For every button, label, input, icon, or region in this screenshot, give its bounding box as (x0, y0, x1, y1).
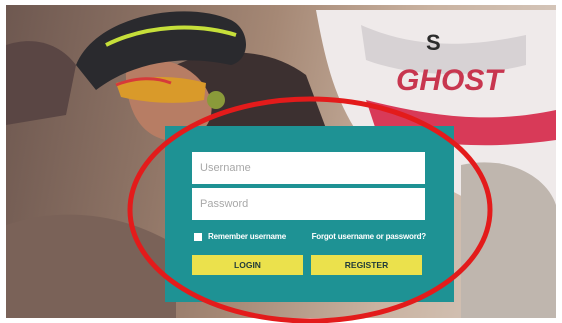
password-input[interactable] (192, 188, 425, 220)
bike-brand-text: GHOST (396, 64, 505, 97)
jersey-text: S (426, 30, 441, 55)
screenshot-frame: GHOST S Remember username Forgot usernam… (0, 0, 562, 323)
login-panel: Remember username Forgot username or pas… (165, 126, 454, 302)
remember-username-row[interactable]: Remember username (194, 232, 286, 241)
remember-username-label: Remember username (208, 232, 286, 241)
register-button[interactable]: REGISTER (311, 255, 422, 275)
login-button[interactable]: LOGIN (192, 255, 303, 275)
remember-username-checkbox[interactable] (194, 232, 202, 241)
forgot-credentials-link[interactable]: Forgot username or password? (312, 232, 427, 241)
username-input[interactable] (192, 152, 425, 184)
